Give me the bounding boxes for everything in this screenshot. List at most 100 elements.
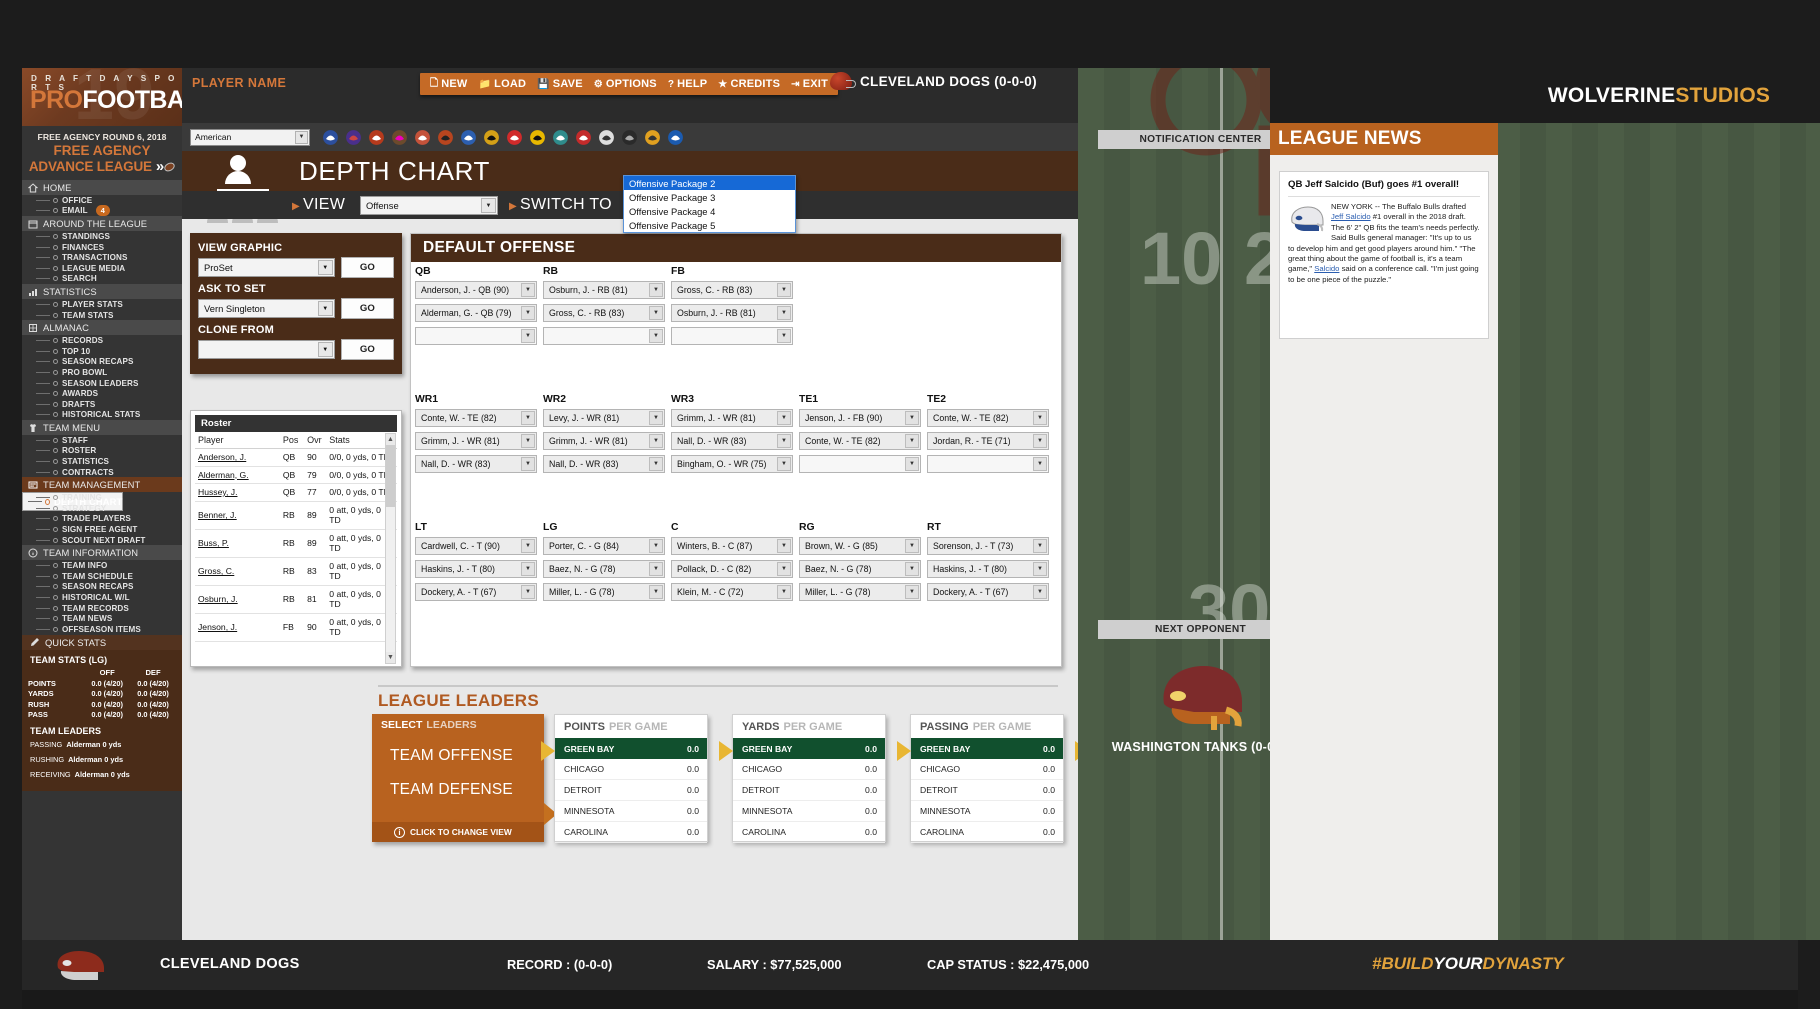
depth-slot-lt-3[interactable]: Dockery, A. - T (67)▼ <box>415 583 537 601</box>
team-logo-icon-3[interactable] <box>368 129 385 146</box>
table-row[interactable]: Gross, C.RB830 att, 0 yds, 0 TD <box>195 557 397 585</box>
sidebar-item-league-media[interactable]: LEAGUE MEDIA <box>22 263 182 274</box>
sidebar-item-training[interactable]: TRAINING <box>22 492 182 503</box>
team-logo-icon-2[interactable] <box>345 129 362 146</box>
sidebar-item-awards[interactable]: AWARDS <box>22 388 182 399</box>
depth-slot-te2-3[interactable]: ▼ <box>927 455 1049 473</box>
sidebar-item-scout-next-draft[interactable]: SCOUT NEXT DRAFT <box>22 535 182 546</box>
sidebar-item-player-stats[interactable]: PLAYER STATS <box>22 299 182 310</box>
menu-help-button[interactable]: ?HELP <box>668 78 707 90</box>
roster-player-name[interactable]: Hussey, J. <box>195 484 280 502</box>
depth-slot-wr2-3[interactable]: Nall, D. - WR (83)▼ <box>543 455 665 473</box>
table-row[interactable]: Jenson, J.FB900 att, 0 yds, 0 TD <box>195 613 397 641</box>
roster-player-name[interactable]: Buss, P. <box>195 529 280 557</box>
depth-slot-wr3-3[interactable]: Bingham, O. - WR (75)▼ <box>671 455 793 473</box>
depth-slot-te1-2[interactable]: Conte, W. - TE (82)▼ <box>799 432 921 450</box>
news-link-player[interactable]: Jeff Salcido <box>1331 212 1371 221</box>
sidebar-item-offseason-items[interactable]: OFFSEASON ITEMS <box>22 624 182 635</box>
depth-slot-c-3[interactable]: Klein, M. - C (72)▼ <box>671 583 793 601</box>
team-logo-icon-15[interactable] <box>644 129 661 146</box>
depth-slot-fb-1[interactable]: Gross, C. - RB (83)▼ <box>671 281 793 299</box>
view-select[interactable]: Offense ▼ <box>360 196 498 215</box>
team-logo-icon-13[interactable] <box>598 129 615 146</box>
roster-player-name[interactable]: Benner, J. <box>195 501 280 529</box>
depth-slot-rt-3[interactable]: Dockery, A. - T (67)▼ <box>927 583 1049 601</box>
ask-to-set-select[interactable]: Vern Singleton ▼ <box>198 299 335 318</box>
change-view-button[interactable]: i CLICK TO CHANGE VIEW <box>372 822 544 842</box>
menu-save-button[interactable]: 💾SAVE <box>537 78 583 90</box>
current-team-chip[interactable]: CLEVELAND DOGS (0-0-0) <box>830 72 1037 90</box>
sidebar-item-season-recaps[interactable]: SEASON RECAPS <box>22 582 182 593</box>
sidebar-item-finances[interactable]: FINANCES <box>22 242 182 253</box>
sidebar-item-pro-bowl[interactable]: PRO BOWL <box>22 367 182 378</box>
sidebar-item-search[interactable]: SEARCH <box>22 274 182 285</box>
menu-load-button[interactable]: 📁LOAD <box>479 78 527 90</box>
switch-option-3[interactable]: Offensive Package 3 <box>624 190 795 204</box>
conference-select[interactable]: American ▼ <box>190 129 310 146</box>
roster-col-player[interactable]: Player <box>195 432 280 449</box>
sidebar-item-team-schedule[interactable]: TEAM SCHEDULE <box>22 571 182 582</box>
team-logo-icon-7[interactable] <box>460 129 477 146</box>
sidebar-item-team-info[interactable]: TEAM INFO <box>22 560 182 571</box>
sidebar-section-almanac[interactable]: ALMANAC <box>22 320 182 335</box>
depth-slot-lg-1[interactable]: Porter, C. - G (84)▼ <box>543 537 665 555</box>
sidebar-item-roster[interactable]: ROSTER <box>22 446 182 457</box>
depth-slot-wr3-2[interactable]: Nall, D. - WR (83)▼ <box>671 432 793 450</box>
depth-slot-wr1-2[interactable]: Grimm, J. - WR (81)▼ <box>415 432 537 450</box>
team-logo-icon-12[interactable] <box>575 129 592 146</box>
sidebar-item-team-records[interactable]: TEAM RECORDS <box>22 603 182 614</box>
clone-from-go-button[interactable]: GO <box>341 339 394 360</box>
news-link-player-2[interactable]: Salcido <box>1314 264 1339 273</box>
team-logo-icon-14[interactable] <box>621 129 638 146</box>
view-graphic-go-button[interactable]: GO <box>341 257 394 278</box>
depth-slot-lt-1[interactable]: Cardwell, C. - T (90)▼ <box>415 537 537 555</box>
roster-player-name[interactable]: Jenson, J. <box>195 613 280 641</box>
team-logo-icon-11[interactable] <box>552 129 569 146</box>
roster-scrollbar[interactable]: ▲ ▼ <box>385 433 396 664</box>
depth-slot-wr2-1[interactable]: Levy, J. - WR (81)▼ <box>543 409 665 427</box>
sidebar-item-trade-players[interactable]: TRADE PLAYERS <box>22 514 182 525</box>
menu-new-button[interactable]: 🗋NEW <box>430 76 468 93</box>
sidebar-section-team-menu[interactable]: TEAM MENU <box>22 420 182 435</box>
sidebar-item-season-recaps[interactable]: SEASON RECAPS <box>22 357 182 368</box>
switch-option-5[interactable]: Offensive Package 5 <box>624 218 795 232</box>
sidebar-item-records[interactable]: RECORDS <box>22 335 182 346</box>
sidebar-section-team-information[interactable]: TEAM INFORMATION <box>22 545 182 560</box>
sidebar-item-statistics[interactable]: STATISTICS <box>22 456 182 467</box>
sidebar-section-around-the-league[interactable]: AROUND THE LEAGUE <box>22 216 182 231</box>
depth-slot-wr3-1[interactable]: Grimm, J. - WR (81)▼ <box>671 409 793 427</box>
table-row[interactable]: Alderman, G.QB790/0, 0 yds, 0 TD <box>195 466 397 484</box>
sidebar-item-team-news[interactable]: TEAM NEWS <box>22 613 182 624</box>
depth-slot-fb-3[interactable]: ▼ <box>671 327 793 345</box>
depth-slot-lg-2[interactable]: Baez, N. - G (78)▼ <box>543 560 665 578</box>
sidebar-item-contracts[interactable]: CONTRACTS <box>22 467 182 478</box>
team-defense-option[interactable]: TEAM DEFENSE <box>372 765 544 799</box>
depth-slot-rg-3[interactable]: Miller, L. - G (78)▼ <box>799 583 921 601</box>
clone-from-select[interactable]: ▼ <box>198 340 335 359</box>
depth-slot-rb-3[interactable]: ▼ <box>543 327 665 345</box>
sidebar-item-staff[interactable]: STAFF <box>22 435 182 446</box>
depth-slot-rg-1[interactable]: Brown, W. - G (85)▼ <box>799 537 921 555</box>
depth-slot-c-1[interactable]: Winters, B. - C (87)▼ <box>671 537 793 555</box>
table-row[interactable]: Benner, J.RB890 att, 0 yds, 0 TD <box>195 501 397 529</box>
sidebar-section-home[interactable]: HOME <box>22 180 182 195</box>
team-logo-icon-6[interactable] <box>437 129 454 146</box>
roster-player-name[interactable]: Gross, C. <box>195 557 280 585</box>
sidebar-item-top-10[interactable]: TOP 10 <box>22 346 182 357</box>
view-graphic-select[interactable]: ProSet ▼ <box>198 258 335 277</box>
depth-slot-lt-2[interactable]: Haskins, J. - T (80)▼ <box>415 560 537 578</box>
depth-slot-rt-2[interactable]: Haskins, J. - T (80)▼ <box>927 560 1049 578</box>
switch-option-4[interactable]: Offensive Package 4 <box>624 204 795 218</box>
sidebar-item-historical-w-l[interactable]: HISTORICAL W/L <box>22 592 182 603</box>
table-row[interactable]: Osburn, J.RB810 att, 0 yds, 0 TD <box>195 585 397 613</box>
depth-slot-c-2[interactable]: Pollack, D. - C (82)▼ <box>671 560 793 578</box>
depth-slot-wr1-3[interactable]: Nall, D. - WR (83)▼ <box>415 455 537 473</box>
sidebar-section-statistics[interactable]: STATISTICS <box>22 284 182 299</box>
depth-slot-qb-2[interactable]: Alderman, G. - QB (79)▼ <box>415 304 537 322</box>
team-logo-icon-1[interactable] <box>322 129 339 146</box>
sidebar-item-standings[interactable]: STANDINGS <box>22 231 182 242</box>
sidebar-item-transactions[interactable]: TRANSACTIONS <box>22 252 182 263</box>
sidebar-item-season-leaders[interactable]: SEASON LEADERS <box>22 378 182 389</box>
sidebar-section-team-management[interactable]: TEAM MANAGEMENT <box>22 477 182 492</box>
depth-slot-te2-1[interactable]: Conte, W. - TE (82)▼ <box>927 409 1049 427</box>
